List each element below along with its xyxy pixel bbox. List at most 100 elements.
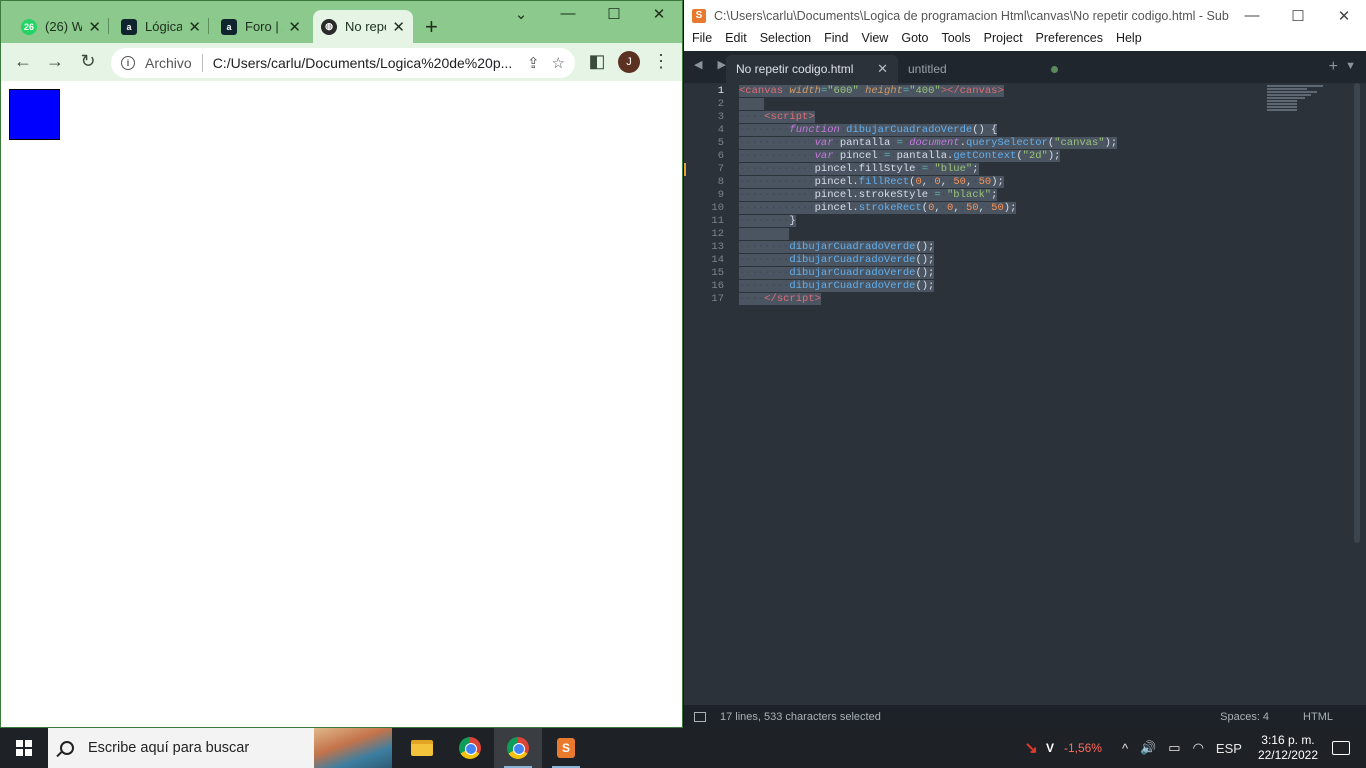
- tab-list-chevron-icon[interactable]: ▼: [1345, 60, 1356, 72]
- code-line: ············pincel.fillStyle·=·"blue";: [739, 163, 979, 175]
- sublime-window: S C:\Users\carlu\Documents\Logica de pro…: [683, 0, 1366, 728]
- indentation-setting[interactable]: Spaces: 4: [1220, 711, 1269, 723]
- sublime-titlebar: S C:\Users\carlu\Documents\Logica de pro…: [684, 0, 1366, 31]
- panel-toggle-icon[interactable]: [694, 711, 706, 722]
- menu-view[interactable]: View: [861, 31, 888, 51]
- menu-find[interactable]: Find: [824, 31, 848, 51]
- maximize-button[interactable]: ☐: [599, 5, 629, 23]
- site-info-icon[interactable]: i: [121, 56, 135, 70]
- stock-trend-icon: ↘: [1024, 740, 1038, 757]
- stock-change: -1,56%: [1063, 741, 1102, 755]
- taskbar-search[interactable]: Escribe aquí para buscar: [48, 728, 392, 768]
- canvas-blue-square: [9, 89, 60, 140]
- close-tab-icon[interactable]: ✕: [88, 18, 101, 36]
- menu-selection[interactable]: Selection: [760, 31, 811, 51]
- tab-whatsapp[interactable]: 26 (26) W ✕: [13, 10, 109, 43]
- bookmark-star-icon[interactable]: ☆: [552, 54, 565, 72]
- battery-icon[interactable]: ▭: [1168, 740, 1180, 756]
- tab-untitled[interactable]: untitled: [898, 55, 1068, 83]
- notification-icon[interactable]: [1332, 741, 1350, 755]
- editor-tab-strip: No repetir codigo.html ✕ untitled: [684, 51, 1366, 83]
- close-tab-icon[interactable]: ✕: [188, 18, 201, 36]
- code-line: <canvas·width="600"·height="400"></canva…: [739, 85, 1004, 97]
- menu-goto[interactable]: Goto: [901, 31, 928, 51]
- line-number: 17: [711, 293, 724, 305]
- code-line: ········dibujarCuadradoVerde();: [739, 254, 935, 266]
- code-line: [739, 228, 1117, 241]
- tab-nav-arrows-icon[interactable]: ◀ ▶: [694, 58, 732, 71]
- new-tab-button[interactable]: +: [1329, 58, 1338, 76]
- chevron-up-icon[interactable]: ^: [1122, 741, 1128, 756]
- minimize-button[interactable]: —: [1229, 7, 1275, 24]
- menu-bar: File Edit Selection Find View Goto Tools…: [684, 31, 1366, 51]
- clock-time: 3:16 p. m.: [1261, 733, 1315, 747]
- tab-separator: [108, 18, 109, 34]
- maximize-button[interactable]: ☐: [1275, 7, 1321, 25]
- file-explorer-taskbar-button[interactable]: [398, 728, 446, 768]
- taskbar: Escribe aquí para buscar S ↘ V -1,56% ^ …: [0, 728, 1366, 768]
- alura-icon: a: [121, 18, 137, 35]
- code-line: ············var·pantalla·=·document.quer…: [739, 137, 1118, 149]
- close-tab-icon[interactable]: ✕: [392, 18, 405, 36]
- minimize-button[interactable]: —: [553, 5, 583, 22]
- code-line: ········dibujarCuadradoVerde();: [739, 241, 935, 253]
- side-panel-icon[interactable]: ◧: [585, 51, 609, 72]
- code-editor[interactable]: 1 2 3 4 5 6 7 8 9 10 11 12 13 14 15 16 1…: [684, 83, 1366, 705]
- line-number: 3: [717, 111, 724, 123]
- menu-tools[interactable]: Tools: [941, 31, 970, 51]
- menu-project[interactable]: Project: [984, 31, 1023, 51]
- scheme-label: Archivo: [145, 55, 192, 71]
- url-text[interactable]: C:/Users/carlu/Documents/Logica%20de%20p…: [213, 55, 515, 71]
- sublime-taskbar-button[interactable]: S: [542, 728, 590, 768]
- menu-preferences[interactable]: Preferences: [1036, 31, 1103, 51]
- profile-avatar[interactable]: J: [618, 51, 640, 73]
- tab-search-icon[interactable]: ⌄: [506, 5, 536, 23]
- code-line: ············var·pincel·=·pantalla.getCon…: [739, 150, 1061, 162]
- tab-title: No repetir codigo.html: [736, 62, 854, 76]
- chrome-toolbar: ← → ↻ i Archivo C:/Users/carlu/Documents…: [1, 43, 682, 81]
- folder-icon: [411, 740, 433, 756]
- forward-icon[interactable]: →: [43, 51, 67, 72]
- tab-logica[interactable]: a Lógica ✕: [113, 10, 209, 43]
- search-highlight-image[interactable]: [314, 728, 392, 768]
- code-line: ········dibujarCuadradoVerde();: [739, 267, 935, 279]
- new-tab-button[interactable]: +: [425, 14, 438, 40]
- close-tab-icon[interactable]: ✕: [877, 61, 888, 77]
- editor-scrollbar[interactable]: [1354, 83, 1360, 543]
- stock-widget[interactable]: ↘ V -1,56%: [1025, 738, 1102, 758]
- code-line: ············pincel.strokeRect(0,·0,·50,·…: [739, 202, 1017, 214]
- close-window-button[interactable]: ✕: [644, 5, 674, 23]
- tab-foro[interactable]: a Foro | A ✕: [213, 10, 309, 43]
- tab-no-repetir[interactable]: ◍ No repe ✕: [313, 10, 413, 43]
- line-number: 7: [717, 163, 724, 175]
- close-tab-icon[interactable]: ✕: [288, 18, 301, 36]
- close-window-button[interactable]: ✕: [1321, 7, 1366, 25]
- reload-icon[interactable]: ↻: [76, 51, 100, 72]
- menu-kebab-icon[interactable]: ⋮: [649, 51, 673, 72]
- start-button[interactable]: [0, 728, 48, 768]
- tab-no-repetir-codigo[interactable]: No repetir codigo.html ✕: [726, 55, 898, 83]
- line-number: 10: [711, 202, 724, 214]
- menu-file[interactable]: File: [692, 31, 712, 51]
- volume-icon[interactable]: 🔊: [1140, 740, 1156, 756]
- desktop: 26 (26) W ✕ a Lógica ✕ a Foro | A ✕ ◍ No…: [0, 0, 1366, 768]
- alura-icon: a: [221, 18, 237, 35]
- syntax-setting[interactable]: HTML: [1303, 711, 1333, 723]
- address-bar[interactable]: i Archivo C:/Users/carlu/Documents/Logic…: [111, 48, 575, 78]
- wifi-icon[interactable]: ◠: [1193, 740, 1204, 756]
- system-tray: ↘ V -1,56% ^ 🔊 ▭ ◠ ESP 3:16 p. m. 22/12/…: [1025, 728, 1366, 768]
- chrome-taskbar-button[interactable]: [446, 728, 494, 768]
- menu-edit[interactable]: Edit: [725, 31, 747, 51]
- clock[interactable]: 3:16 p. m. 22/12/2022: [1258, 733, 1318, 763]
- minimap[interactable]: [1267, 85, 1327, 125]
- back-icon[interactable]: ←: [11, 51, 35, 72]
- stock-symbol: V: [1045, 741, 1054, 755]
- line-number: 2: [717, 98, 724, 110]
- code-line: ········}: [739, 215, 796, 227]
- menu-help[interactable]: Help: [1116, 31, 1142, 51]
- language-indicator[interactable]: ESP: [1216, 741, 1242, 756]
- chrome-profile-taskbar-button[interactable]: [494, 728, 542, 768]
- tab-title: untitled: [908, 62, 947, 76]
- code-line: ····<script>: [739, 111, 815, 123]
- share-icon[interactable]: ⇪: [527, 54, 540, 72]
